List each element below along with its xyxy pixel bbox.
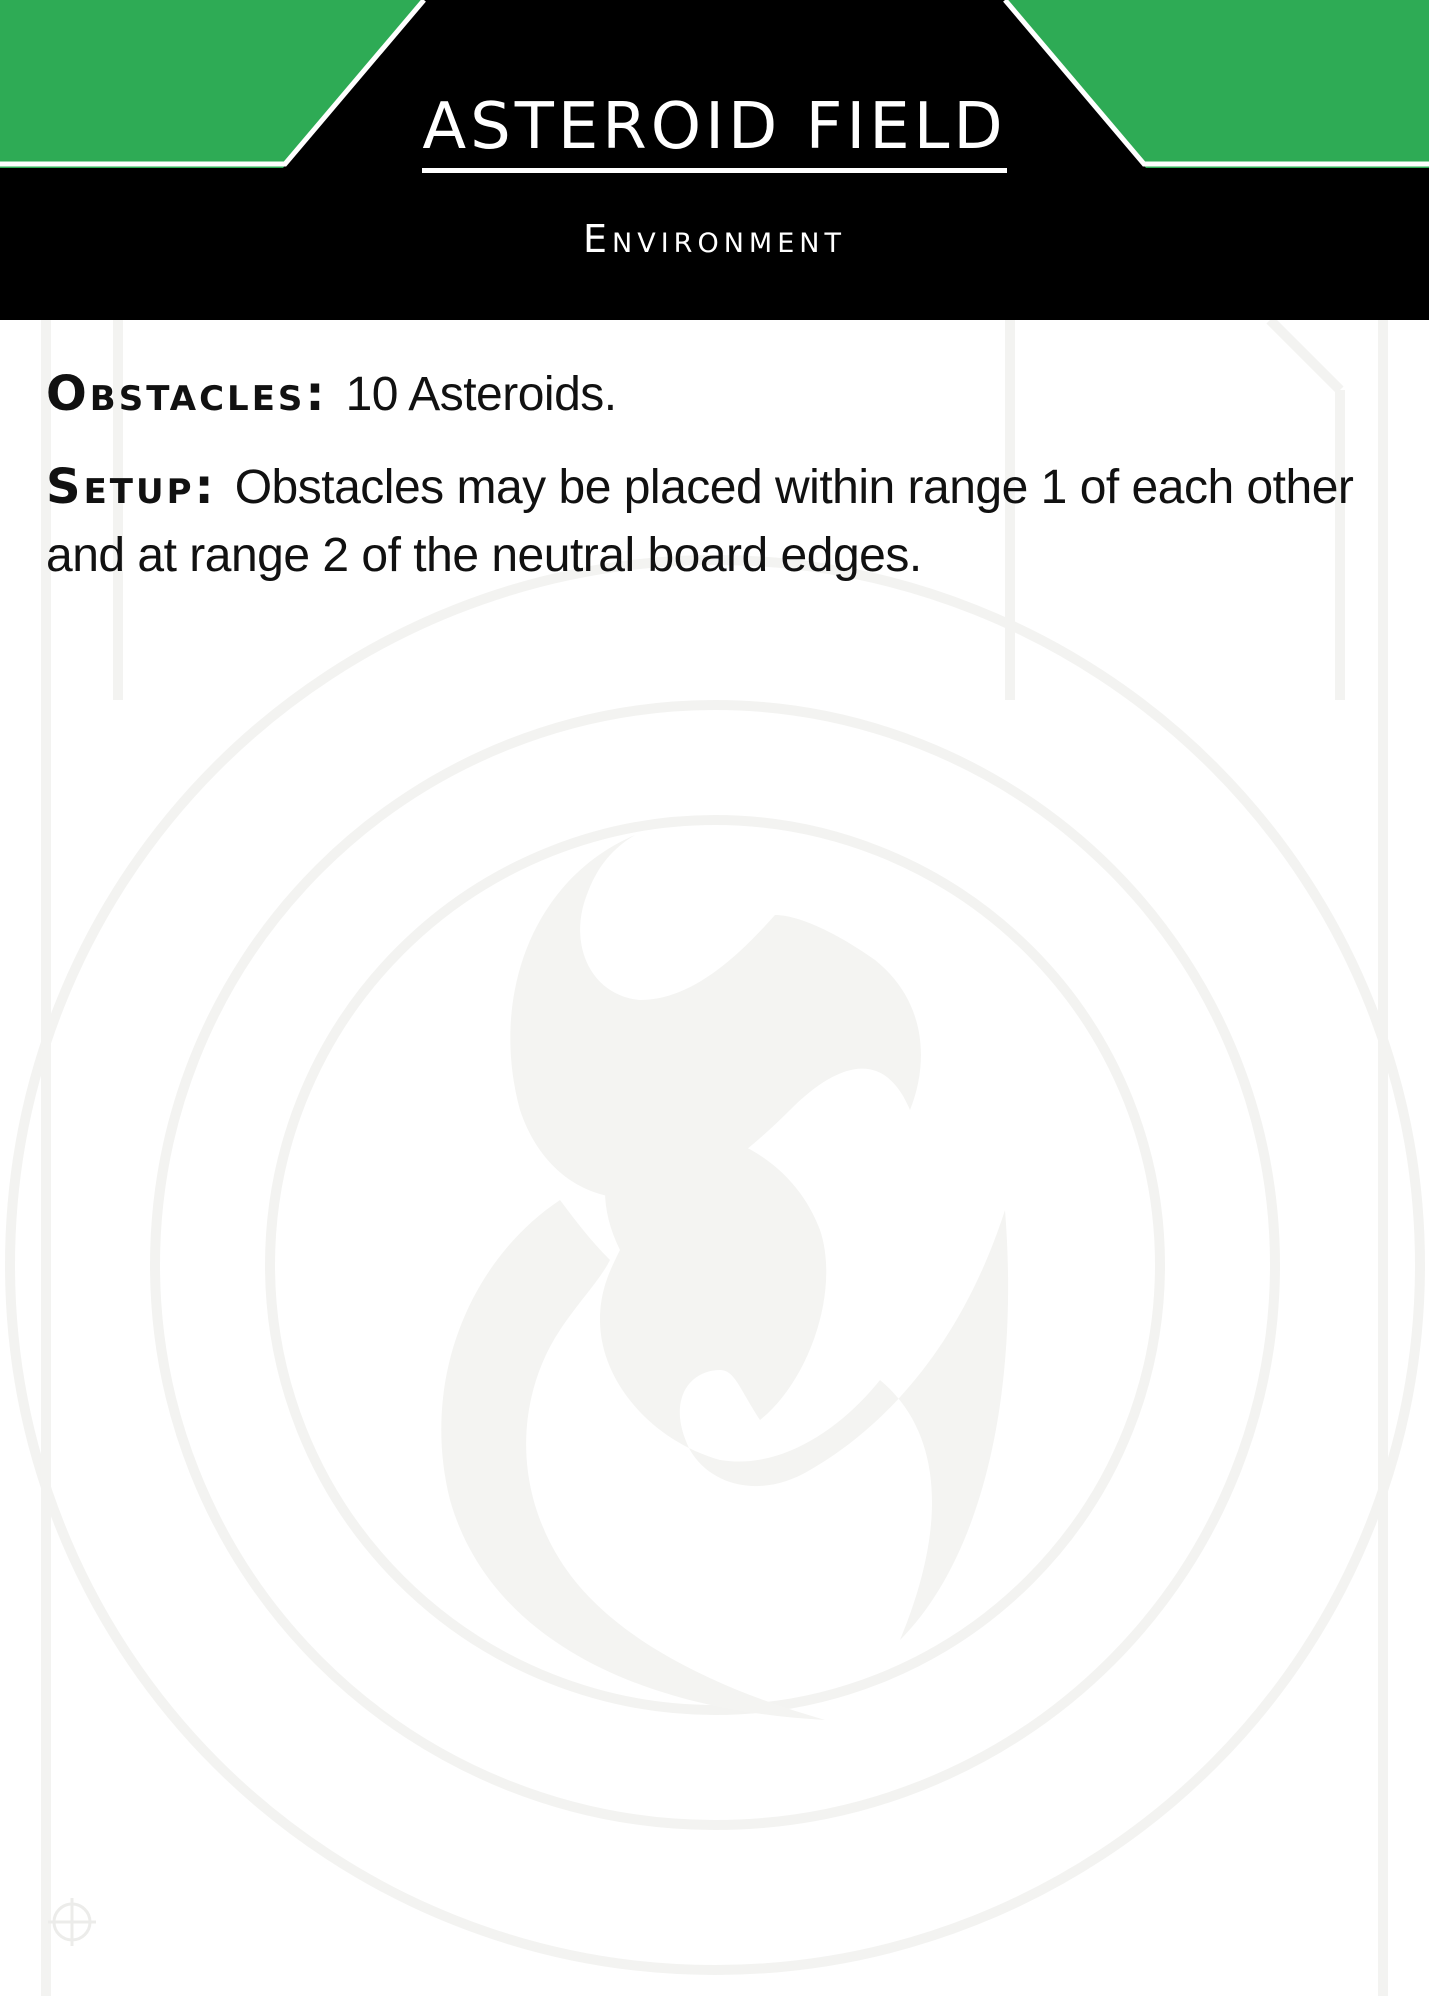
rules-text: Obstacles: 10 Asteroids. Setup: Obstacles …: [46, 360, 1396, 614]
rule-label: Obstacles:: [46, 366, 328, 422]
rule-text: Obstacles may be placed within range 1 o…: [46, 461, 1354, 582]
faction-emblem-icon: [441, 835, 1009, 1720]
rule-text: 10 Asteroids.: [345, 368, 618, 421]
card-title: ASTEROID FIELD: [0, 90, 1429, 173]
card-subtitle: Environment: [583, 217, 846, 261]
card: ASTEROID FIELD Environment Obstacles: 10 …: [0, 0, 1429, 1996]
rule-label: Setup:: [46, 459, 217, 515]
rule-obstacles: Obstacles: 10 Asteroids.: [46, 360, 1396, 429]
rule-setup: Setup: Obstacles may be placed within ran…: [46, 453, 1396, 590]
set-symbol-icon: [48, 1898, 96, 1946]
